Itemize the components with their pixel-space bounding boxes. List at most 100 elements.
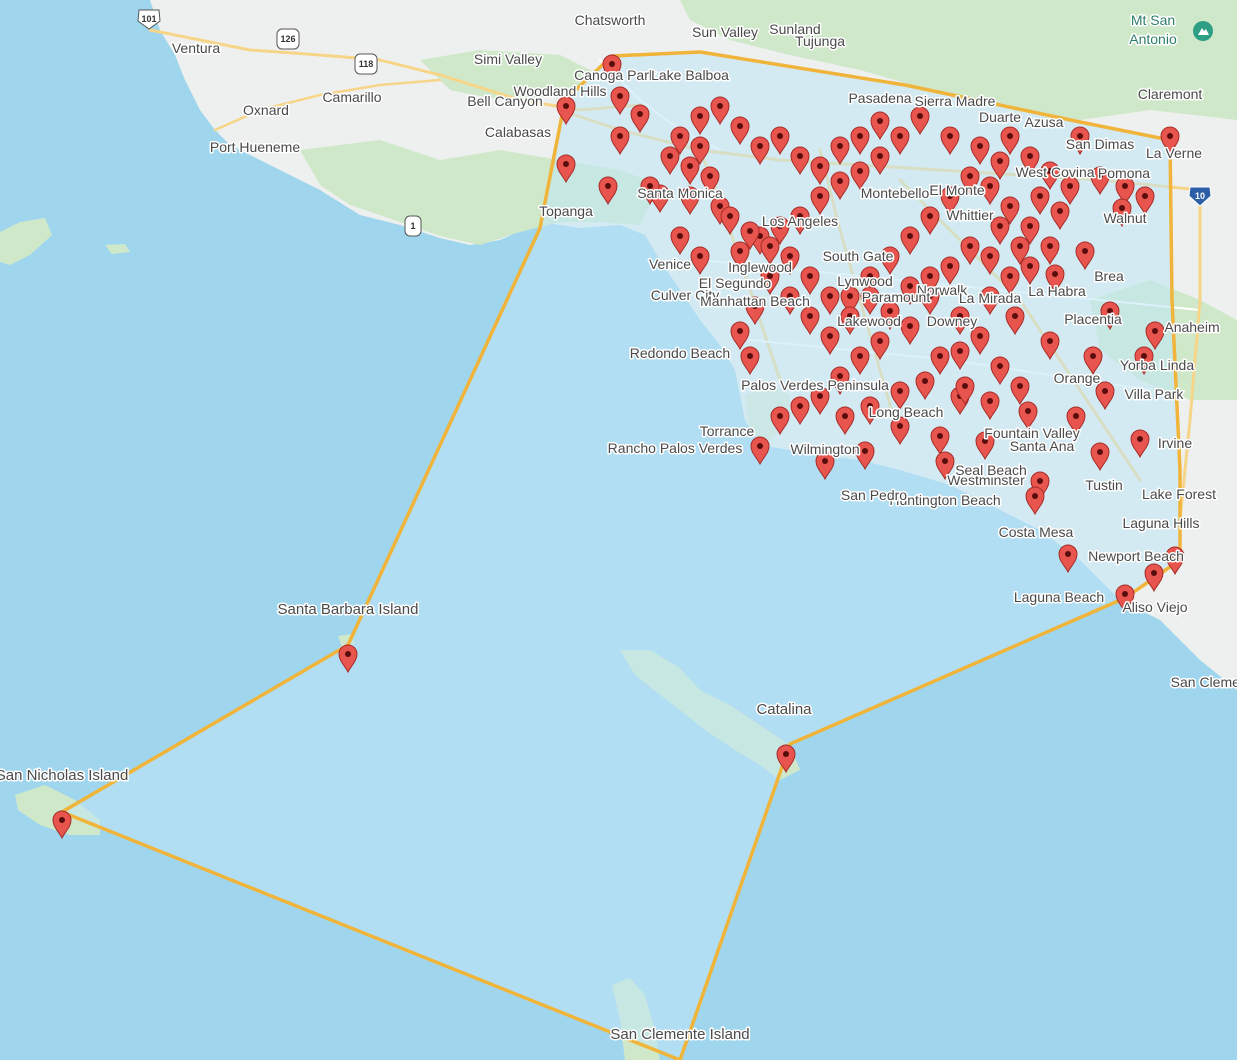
pin-dot [1167,133,1173,139]
pin-dot [1082,248,1088,254]
pin-dot [767,243,773,249]
pin-dot [797,153,803,159]
label-san-dimas: San Dimas [1066,136,1134,152]
pin-dot [807,313,813,319]
pin-dot [987,183,993,189]
pin-dot [1065,551,1071,557]
pin-dot [1151,570,1157,576]
pin-dot [987,253,993,259]
label-bell-canyon: Bell Canyon [467,93,543,109]
label-south-gate: South Gate [823,248,894,264]
pin-dot [1052,271,1058,277]
label-yorba-linda: Yorba Linda [1120,357,1194,373]
label-wilmington: Wilmington [790,441,859,457]
pin-dot [962,383,968,389]
pin-dot [1027,223,1033,229]
pin-dot [1047,338,1053,344]
pin-dot [997,363,1003,369]
pin-dot [1017,383,1023,389]
pin-dot [947,133,953,139]
pin-dot [987,398,993,404]
pin-dot [877,118,883,124]
pin-dot [59,817,65,823]
label-el-monte: El Monte [929,182,984,198]
pin-dot [617,93,623,99]
label-san-clemente: San Clemente [1171,674,1237,690]
label-inglewood: Inglewood [728,259,792,275]
label-orange: Orange [1054,370,1101,386]
pin-dot [777,133,783,139]
label-anaheim: Anaheim [1164,319,1219,335]
label-canoga-park: Canoga Park [574,67,657,83]
pin-dot [1102,388,1108,394]
pin-dot [667,153,673,159]
state-highway-shield: 1 [404,215,422,237]
pin-dot [1067,183,1073,189]
map-canvas[interactable]: 101 126 118 1 10 Chatsworth Sunland Tuju… [0,0,1237,1060]
pin-dot [1137,436,1143,442]
pin-dot [817,193,823,199]
pin-dot [717,203,723,209]
label-santa-monica: Santa Monica [637,185,723,201]
pin-dot [1027,153,1033,159]
label-tustin: Tustin [1085,477,1123,493]
svg-text:101: 101 [141,14,156,24]
pin-dot [1017,243,1023,249]
pin-dot [977,333,983,339]
pin-dot [917,113,923,119]
label-santa-barbara-island: Santa Barbara Island [278,601,419,618]
pin-dot [842,413,848,419]
label-azusa: Azusa [1025,114,1064,130]
label-simi-valley: Simi Valley [474,51,542,67]
label-west-covina: West Covina [1015,164,1094,180]
pin-dot [967,173,973,179]
pin-dot [697,143,703,149]
label-fountain-valley: Fountain Valley [984,425,1079,441]
pin-dot [1152,328,1158,334]
pin-dot [1142,193,1148,199]
pin-dot [877,338,883,344]
pin-dot [1025,408,1031,414]
label-whittier: Whittier [946,207,994,223]
pin-dot [345,651,351,657]
pin-dot [1037,478,1043,484]
pin-dot [942,458,948,464]
pin-dot [997,158,1003,164]
state-highway-shield: 118 [354,53,378,75]
pin-dot [827,293,833,299]
pin-dot [617,133,623,139]
pin-dot [737,123,743,129]
pin-dot [922,378,928,384]
pin-dot [1037,193,1043,199]
pin-dot [837,143,843,149]
pin-dot [807,273,813,279]
label-palos-verdes-peninsula: Palos Verdes Peninsula [741,377,889,393]
pin-dot [563,103,569,109]
label-lakewood: Lakewood [837,313,901,329]
label-sierra-madre: Sierra Madre [915,93,996,109]
label-lake-balboa: Lake Balboa [651,67,729,83]
label-duarte: Duarte [979,109,1021,125]
pin-dot [967,243,973,249]
pin-dot [697,253,703,259]
label-sun-valley: Sun Valley [692,24,758,40]
label-laguna-beach: Laguna Beach [1014,589,1104,605]
label-san-nicholas-island: San Nicholas Island [0,767,128,784]
pin-dot [862,448,868,454]
pin-dot [1012,313,1018,319]
label-brea: Brea [1094,268,1124,284]
pin-dot [907,323,913,329]
pin-dot [1007,203,1013,209]
label-los-angeles: Los Angeles [762,213,838,229]
label-rancho-palos-verdes: Rancho Palos Verdes [608,440,743,456]
label-aliso-viejo: Aliso Viejo [1122,599,1187,615]
label-el-segundo: El Segundo [699,275,772,291]
poi-label-line1: Mt San [1131,12,1175,28]
label-pomona: Pomona [1098,165,1150,181]
pin-dot [1122,591,1128,597]
label-camarillo: Camarillo [322,89,381,105]
label-la-verne: La Verne [1146,145,1202,161]
label-tujunga: Tujunga [795,33,845,49]
pin-dot [783,751,789,757]
pin-dot [822,458,828,464]
